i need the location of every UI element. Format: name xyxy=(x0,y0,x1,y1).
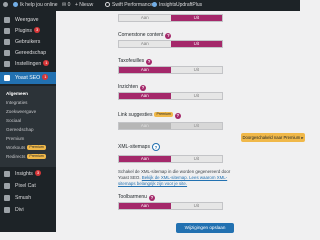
taxofeuilles-label: Taxofeuilles? xyxy=(118,58,153,65)
toggle-on-option[interactable]: Aan xyxy=(119,41,171,47)
toggle-on-option[interactable]: Aan xyxy=(119,67,171,73)
toggle-off-option[interactable]: Uit xyxy=(170,203,222,209)
comments-link[interactable]: ✉ 0 xyxy=(62,0,70,11)
notification-count-badge: 1 xyxy=(43,60,50,66)
xml-sitemaps-label: XML-sitemaps? xyxy=(118,143,160,151)
submenu-item-premium[interactable]: Premium xyxy=(0,134,56,143)
submenu-item-algemeen[interactable]: Algemeen xyxy=(0,89,56,98)
xml-sitemaps-toggle[interactable]: Aan Uit xyxy=(118,155,223,163)
admin-menu: Weergave Plugins 3 Gebruikers Gereedschap… xyxy=(0,11,56,232)
swift-icon xyxy=(105,2,110,7)
save-changes-button[interactable]: Wijzigingen opslaan xyxy=(176,223,234,233)
divi-icon xyxy=(4,207,10,213)
link-suggesties-toggle: Aan Uit xyxy=(118,122,223,130)
menu-item-pixel-cat[interactable]: Pixel Cat xyxy=(0,181,56,191)
settings-icon xyxy=(4,61,10,67)
taxofeuilles-toggle[interactable]: Aan Uit xyxy=(118,66,223,74)
sitemap-help-text: Schakel de XML-sitemap in die worden geg… xyxy=(118,169,231,186)
toggle-off-option[interactable]: Uit xyxy=(170,67,222,73)
menu-item-plugins[interactable]: Plugins 3 xyxy=(0,26,56,36)
toggle-off-option[interactable]: Uit xyxy=(170,93,222,99)
submenu-item-sociaal[interactable]: Sociaal xyxy=(0,116,56,125)
toggle-off-option[interactable]: Uit xyxy=(170,15,222,21)
new-content-link[interactable]: + Nieuw xyxy=(75,0,93,11)
toggle-on-option: Aan xyxy=(119,123,171,129)
menu-item-gereedschap[interactable]: Gereedschap xyxy=(0,48,56,58)
cornerstone-label: Cornerstone content? xyxy=(118,32,172,39)
menu-item-gebruikers[interactable]: Gebruikers xyxy=(0,37,56,47)
menu-item-weergave[interactable]: Weergave xyxy=(0,15,56,25)
menu-item-yoast-seo[interactable]: Yoast SEO 1 xyxy=(0,72,56,84)
menu-item-insights[interactable]: Insights 3 xyxy=(0,169,56,179)
site-name-link[interactable]: Ik help jou online xyxy=(13,0,58,11)
users-icon xyxy=(4,39,10,45)
admin-bar: Ik help jou online ✉ 0 + Nieuw Swift Per… xyxy=(0,0,300,11)
smush-icon xyxy=(4,195,10,201)
submenu-item-zoekweergave[interactable]: Zoekweergave xyxy=(0,107,56,116)
yoast-icon xyxy=(4,75,10,81)
premium-upsell-button[interactable]: Doorgeschakeld naar Premium ▸ xyxy=(241,133,305,142)
submenu-item-gereedschap[interactable]: Gereedschap xyxy=(0,125,56,134)
menu-item-instellingen[interactable]: Instellingen 1 xyxy=(0,59,56,69)
help-icon[interactable]: ? xyxy=(174,113,181,119)
toolbarmenu-label: Toolbarmenu? xyxy=(118,194,155,201)
insights-icon xyxy=(4,171,10,177)
link-suggesties-label: Link suggesties Premium? xyxy=(118,112,181,119)
brush-icon xyxy=(4,17,10,23)
toggle-on-option[interactable]: Aan xyxy=(119,156,171,162)
inzichten-toggle[interactable]: Aan Uit xyxy=(118,92,223,100)
menu-item-divi[interactable]: Divi xyxy=(0,205,56,215)
swift-performance-link[interactable]: Swift Performance xyxy=(105,0,153,11)
submenu-item-workouts[interactable]: Workouts Premium xyxy=(0,143,56,152)
home-icon xyxy=(13,2,18,7)
insights-icon xyxy=(152,2,157,7)
premium-badge: Premium xyxy=(154,112,173,117)
toggle-on-option[interactable]: Aan xyxy=(119,15,171,21)
feature-toggle-top[interactable]: Aan Uit xyxy=(118,14,223,22)
toolbarmenu-toggle[interactable]: Aan Uit xyxy=(118,202,223,210)
wordpress-logo-icon[interactable] xyxy=(3,0,10,11)
help-icon[interactable]: ? xyxy=(146,59,153,65)
menu-item-smush[interactable]: Smush xyxy=(0,193,56,203)
submenu-item-integraties[interactable]: Integraties xyxy=(0,98,56,107)
help-icon[interactable]: ? xyxy=(140,85,147,91)
insights-count-badge: 3 xyxy=(34,170,42,176)
cat-icon xyxy=(4,183,10,189)
cornerstone-toggle[interactable]: Aan Uit xyxy=(118,40,223,48)
premium-badge: Premium xyxy=(27,154,46,159)
toggle-on-option[interactable]: Aan xyxy=(119,93,171,99)
help-icon[interactable]: ? xyxy=(165,33,172,39)
toggle-off-option[interactable]: Uit xyxy=(170,156,222,162)
updraftplus-link[interactable]: UpdraftPlus xyxy=(176,0,202,11)
wrench-icon xyxy=(4,50,10,56)
help-icon[interactable]: ? xyxy=(148,195,155,201)
yoast-count-badge: 1 xyxy=(42,74,49,80)
update-count-badge: 3 xyxy=(34,27,41,33)
insights-link[interactable]: Insights xyxy=(152,0,176,11)
premium-badge: Premium xyxy=(27,145,46,150)
toggle-off-option[interactable]: Uit xyxy=(170,41,222,47)
toggle-on-option[interactable]: Aan xyxy=(119,203,171,209)
inzichten-label: Inzichten? xyxy=(118,84,147,91)
plug-icon xyxy=(4,28,10,34)
toggle-off-option: Uit xyxy=(170,123,222,129)
help-icon[interactable]: ? xyxy=(151,143,160,151)
submenu-item-redirects[interactable]: Redirects Premium xyxy=(0,152,56,161)
settings-content: Aan Uit Cornerstone content? Aan Uit Tax… xyxy=(56,11,305,233)
